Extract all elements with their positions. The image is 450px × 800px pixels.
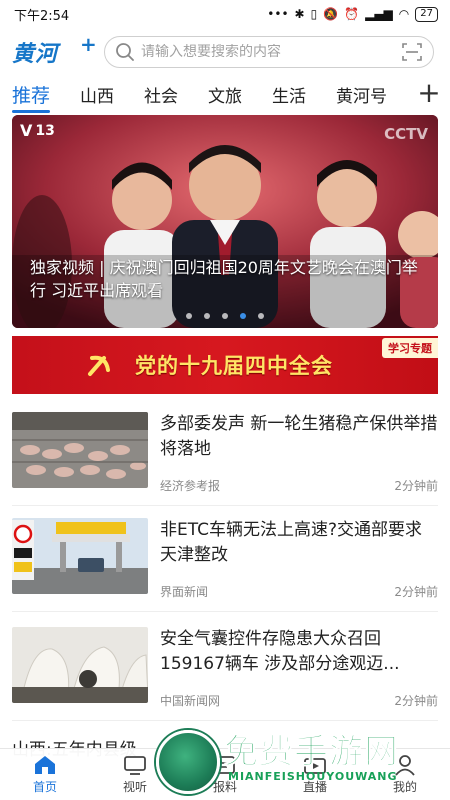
logo-text: 黄河 [12,41,59,67]
carousel-dot[interactable] [258,313,264,319]
home-icon [35,756,55,774]
more-dots-icon: ••• [267,7,289,21]
carousel-dots [12,313,438,319]
tab-recommend[interactable]: 推荐 [12,81,51,113]
tab-life[interactable]: 生活 [272,82,306,107]
top-banner-carousel[interactable]: V 13 CCTV 独家视频 | 庆祝澳门回归祖国20周年文艺晚会在澳门举行 习… [12,115,438,328]
nav-live[interactable]: 直播 [270,749,360,800]
search-icon [116,43,134,61]
nav-home[interactable]: 首页 [0,749,90,800]
channel-number: 13 [35,122,55,139]
mute-icon: 🔕 [323,7,339,21]
party-emblem-icon [88,355,110,376]
tv-icon [124,756,146,775]
news-source: 经济参考报 [160,479,221,493]
report-icon [215,756,235,774]
tab-society[interactable]: 社会 [144,82,178,107]
news-body: 非ETC车辆无法上高速?交通部要求天津整改 界面新闻 2分钟前 [160,518,438,608]
live-icon [304,758,326,774]
carousel-dot[interactable] [222,313,228,319]
news-title: 安全气囊控件存隐患大众召回159167辆车 涉及部分途观迈... [160,629,400,674]
wifi-icon: ◠ [398,7,410,21]
nav-video-label: 视听 [122,780,147,794]
news-item[interactable]: 安全气囊控件存隐患大众召回159167辆车 涉及部分途观迈... 中国新闻网 2… [12,627,438,723]
news-item[interactable]: 非ETC车辆无法上高速?交通部要求天津整改 界面新闻 2分钟前 [12,518,438,614]
v-logo-icon: V [20,121,33,140]
news-thumbnail [12,412,148,488]
nav-live-label: 直播 [302,780,327,794]
special-topic-banner[interactable]: 党的十九届四中全会 学习专题 [12,336,438,394]
nav-report[interactable]: 报料 [180,749,270,800]
news-source: 界面新闻 [160,585,209,599]
cctv-watermark: CCTV [384,125,428,143]
category-tabs: 推荐 山西 社会 文旅 生活 黄河号 更 [0,76,450,113]
app-header: 黄河 + [0,30,450,74]
tab-shanxi[interactable]: 山西 [80,82,114,107]
alarm-icon: ⏰ [344,7,360,21]
carousel-dot[interactable] [186,313,192,319]
search-input[interactable] [141,44,401,60]
battery-icon: 27 [415,6,438,22]
news-time: 2分钟前 [394,479,438,493]
news-time: 2分钟前 [394,694,438,708]
news-title: 多部委发声 新一轮生猪稳产保供举措将落地 [160,414,438,459]
news-time: 2分钟前 [394,585,438,599]
tab-culture-travel[interactable]: 文旅 [208,82,242,107]
search-bar[interactable] [104,36,434,68]
news-thumbnail [12,627,148,703]
bottom-nav: 首页 视听 报料 直播 我的 [0,748,450,800]
vibrate-icon: ▯ [310,7,318,21]
news-title: 非ETC车辆无法上高速?交通部要求天津整改 [160,520,423,565]
channel-badge: V 13 [20,121,55,140]
news-meta: 经济参考报 2分钟前 [160,477,438,494]
news-thumbnail [12,518,148,594]
divider [12,720,438,721]
scan-icon[interactable] [401,41,423,63]
news-source: 中国新闻网 [160,694,221,708]
logo-plus: + [80,32,98,56]
divider [12,505,438,506]
nav-video[interactable]: 视听 [90,749,180,800]
nav-report-label: 报料 [212,780,237,794]
study-topic-tag: 学习专题 [382,338,438,358]
bluetooth-icon: ✱ [294,7,305,21]
add-channel-button[interactable]: + [414,76,444,112]
nav-mine[interactable]: 我的 [360,749,450,800]
carousel-dot[interactable] [240,313,246,319]
status-icons: ••• ✱ ▯ 🔕 ⏰ ▂▄▆ ◠ 27 [267,6,438,22]
status-bar: 下午2:54 ••• ✱ ▯ 🔕 ⏰ ▂▄▆ ◠ 27 [0,0,450,28]
signal-icon: ▂▄▆ [365,7,393,21]
app-logo[interactable]: 黄河 + [12,32,98,72]
status-time: 下午2:54 [14,8,70,24]
user-icon [395,755,415,776]
special-topic-title: 党的十九届四中全会 [135,354,333,378]
news-body: 多部委发声 新一轮生猪稳产保供举措将落地 经济参考报 2分钟前 [160,412,438,502]
news-meta: 中国新闻网 2分钟前 [160,692,438,709]
news-meta: 界面新闻 2分钟前 [160,583,438,600]
divider [12,611,438,612]
nav-mine-label: 我的 [392,780,417,794]
banner-caption: 独家视频 | 庆祝澳门回归祖国20周年文艺晚会在澳门举行 习近平出席观看 [30,258,418,300]
news-body: 安全气囊控件存隐患大众召回159167辆车 涉及部分途观迈... 中国新闻网 2… [160,627,438,717]
nav-home-label: 首页 [32,780,57,794]
carousel-dot[interactable] [204,313,210,319]
news-item[interactable]: 多部委发声 新一轮生猪稳产保供举措将落地 经济参考报 2分钟前 [12,412,438,508]
tab-huanghe-hao[interactable]: 黄河号 [336,82,387,107]
